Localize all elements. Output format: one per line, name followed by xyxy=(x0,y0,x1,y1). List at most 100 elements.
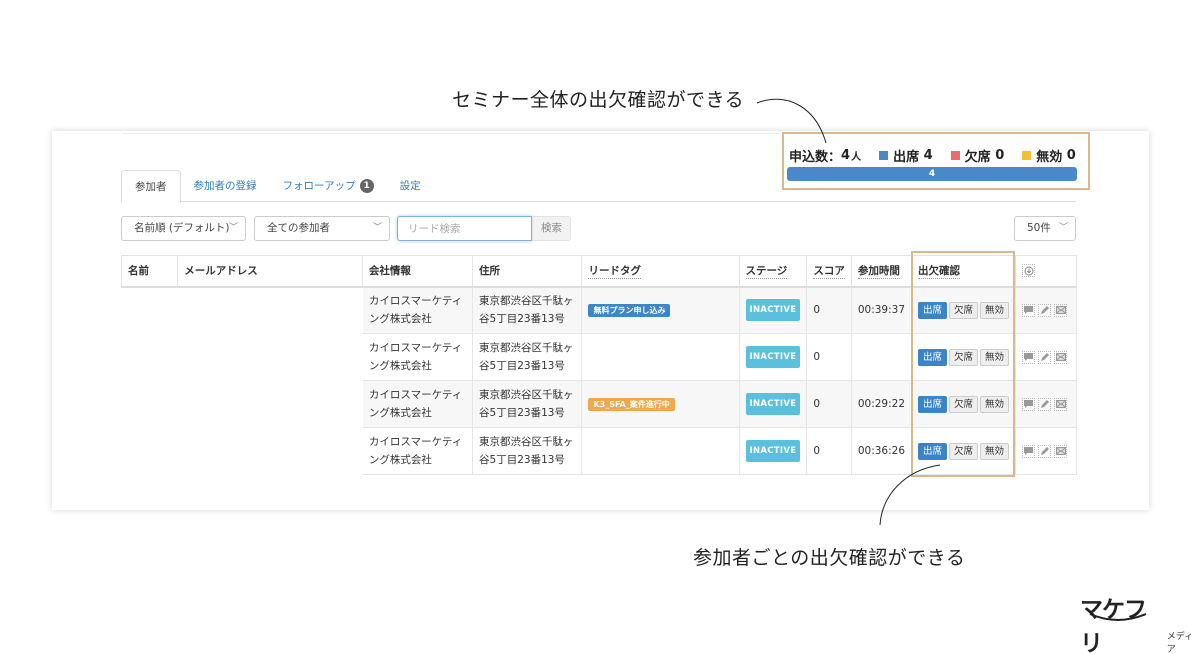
stage-badge: INACTIVE xyxy=(745,299,801,322)
legend-count: 0 xyxy=(1066,148,1076,163)
header-attendance[interactable]: 出欠確認 xyxy=(911,255,1017,288)
address-cell: 東京都渋谷区千駄ヶ谷5丁目23番13号 xyxy=(472,380,583,428)
per-page-select[interactable]: 50件 ﹀ xyxy=(1014,216,1076,241)
comment-icon[interactable] xyxy=(1022,444,1036,458)
applications-count: 4 xyxy=(841,148,851,163)
edit-pencil-icon[interactable] xyxy=(1038,303,1052,317)
table-row: カイロスマーケティング株式会社 東京都渋谷区千駄ヶ谷5丁目23番13号 無料プラ… xyxy=(120,286,1077,334)
lead-tag-cell: K3_SFA_案件進行中 xyxy=(581,380,740,428)
chevron-down-icon: ﹀ xyxy=(228,223,238,233)
participants-table: 名前 メールアドレス 会社情報 住所 リードタグ ステージ スコア 参加時間 出… xyxy=(120,255,1077,475)
participant-filter-select[interactable]: 全ての参加者 ﹀ xyxy=(254,216,390,241)
legend-invalid: 無効 0 xyxy=(1022,146,1076,165)
attend-button[interactable]: 出席 xyxy=(918,395,948,413)
legend-label: 出席 xyxy=(893,150,920,165)
stage-cell: INACTIVE xyxy=(738,333,808,381)
edit-pencil-icon[interactable] xyxy=(1038,444,1052,458)
absent-button[interactable]: 欠席 xyxy=(949,442,979,460)
participation-time-cell: 00:29:22 xyxy=(850,380,913,428)
absent-button[interactable]: 欠席 xyxy=(949,395,979,413)
legend-absent: 欠席 0 xyxy=(950,146,1004,165)
header-lead-tag[interactable]: リードタグ xyxy=(581,255,740,288)
name-cell xyxy=(120,333,179,381)
edit-pencil-icon[interactable] xyxy=(1038,397,1052,411)
invalid-button[interactable]: 無効 xyxy=(980,301,1010,319)
tab-follow-up[interactable]: フォローアップ 1 xyxy=(270,170,387,202)
name-cell xyxy=(120,286,179,334)
annotation-overall-attendance: セミナー全体の出欠確認ができる xyxy=(452,89,745,111)
name-cell xyxy=(120,380,179,428)
header-score[interactable]: スコア xyxy=(806,255,852,288)
attendance-cell: 出席 欠席 無効 xyxy=(911,286,1017,334)
comment-icon[interactable] xyxy=(1022,303,1036,317)
tab-register-participant[interactable]: 参加者の登録 xyxy=(181,170,270,202)
email-cell xyxy=(177,333,363,381)
attend-button[interactable]: 出席 xyxy=(918,442,948,460)
annotation-per-participant-attendance: 参加者ごとの出欠確認ができる xyxy=(693,547,966,569)
address-cell: 東京都渋谷区千駄ヶ谷5丁目23番13号 xyxy=(472,333,583,381)
header-download[interactable] xyxy=(1015,255,1077,288)
stage-badge: INACTIVE xyxy=(745,346,801,368)
invalid-button[interactable]: 無効 xyxy=(980,395,1010,413)
email-cell xyxy=(177,427,363,475)
company-cell: カイロスマーケティング株式会社 xyxy=(361,427,474,475)
company-cell: カイロスマーケティング株式会社 xyxy=(361,380,474,428)
lead-tag[interactable]: K3_SFA_案件進行中 xyxy=(588,398,675,411)
attendance-buttons: 出席 欠席 無効 xyxy=(918,442,1010,460)
company-cell: カイロスマーケティング株式会社 xyxy=(361,333,474,381)
lead-search-input[interactable] xyxy=(397,216,532,241)
name-cell xyxy=(120,427,179,475)
attendance-cell: 出席 欠席 無効 xyxy=(911,380,1017,428)
attend-button[interactable]: 出席 xyxy=(918,348,948,366)
header-stage[interactable]: ステージ xyxy=(738,255,808,288)
actions-cell xyxy=(1015,380,1077,428)
brand-logo: マケフリ メディア xyxy=(1080,590,1200,654)
comment-icon[interactable] xyxy=(1022,350,1036,364)
search-button[interactable]: 検索 xyxy=(532,216,571,241)
lead-tag-cell xyxy=(581,427,740,475)
attended-color-square xyxy=(879,151,889,160)
legend-label: 無効 xyxy=(1036,150,1063,165)
attendance-cell: 出席 欠席 無効 xyxy=(911,333,1017,381)
comment-icon[interactable] xyxy=(1022,397,1036,411)
header-address[interactable]: 住所 xyxy=(472,255,583,288)
logo-smile-icon xyxy=(1089,613,1147,621)
invalid-button[interactable]: 無効 xyxy=(980,442,1010,460)
header-participation-time[interactable]: 参加時間 xyxy=(850,255,913,288)
stage-badge: INACTIVE xyxy=(745,393,801,415)
stage-cell: INACTIVE xyxy=(738,286,808,334)
attendance-cell: 出席 欠席 無効 xyxy=(911,427,1017,475)
tab-settings[interactable]: 設定 xyxy=(387,170,434,202)
score-cell: 0 xyxy=(806,286,852,334)
lead-tag-cell xyxy=(581,333,740,381)
lead-tag[interactable]: 無料プラン申し込み xyxy=(588,304,671,318)
score-cell: 0 xyxy=(806,333,852,381)
legend-count: 4 xyxy=(923,148,933,163)
mail-icon[interactable] xyxy=(1054,350,1068,364)
absent-button[interactable]: 欠席 xyxy=(949,348,979,366)
participation-time-cell: 00:39:37 xyxy=(850,286,913,334)
app-screenshot: 申込数： 4 人 出席 4 欠席 0 無効 0 4 参加者 参加者の登録 フォロ… xyxy=(52,131,1149,510)
email-cell xyxy=(177,380,363,428)
mail-icon[interactable] xyxy=(1054,444,1068,458)
absent-button[interactable]: 欠席 xyxy=(949,301,979,319)
header-company[interactable]: 会社情報 xyxy=(361,255,474,288)
header-email[interactable]: メールアドレス xyxy=(177,255,363,288)
mail-icon[interactable] xyxy=(1054,397,1068,411)
attendance-buttons: 出席 欠席 無効 xyxy=(918,301,1010,319)
follow-up-badge: 1 xyxy=(359,179,374,193)
download-icon[interactable] xyxy=(1022,264,1036,278)
address-cell: 東京都渋谷区千駄ヶ谷5丁目23番13号 xyxy=(472,427,583,475)
participation-time-cell xyxy=(850,333,913,381)
attendance-buttons: 出席 欠席 無効 xyxy=(918,395,1010,413)
header-name[interactable]: 名前 xyxy=(120,255,179,288)
legend-attended: 出席 4 xyxy=(879,146,933,165)
sort-select[interactable]: 名前順 (デフォルト) ﹀ xyxy=(121,216,246,241)
edit-pencil-icon[interactable] xyxy=(1038,350,1052,364)
invalid-button[interactable]: 無効 xyxy=(980,348,1010,366)
attend-button[interactable]: 出席 xyxy=(918,301,948,319)
tab-participants[interactable]: 参加者 xyxy=(121,170,181,203)
mail-icon[interactable] xyxy=(1054,303,1068,317)
participation-time-cell: 00:36:26 xyxy=(850,427,913,475)
absent-color-square xyxy=(950,151,960,160)
